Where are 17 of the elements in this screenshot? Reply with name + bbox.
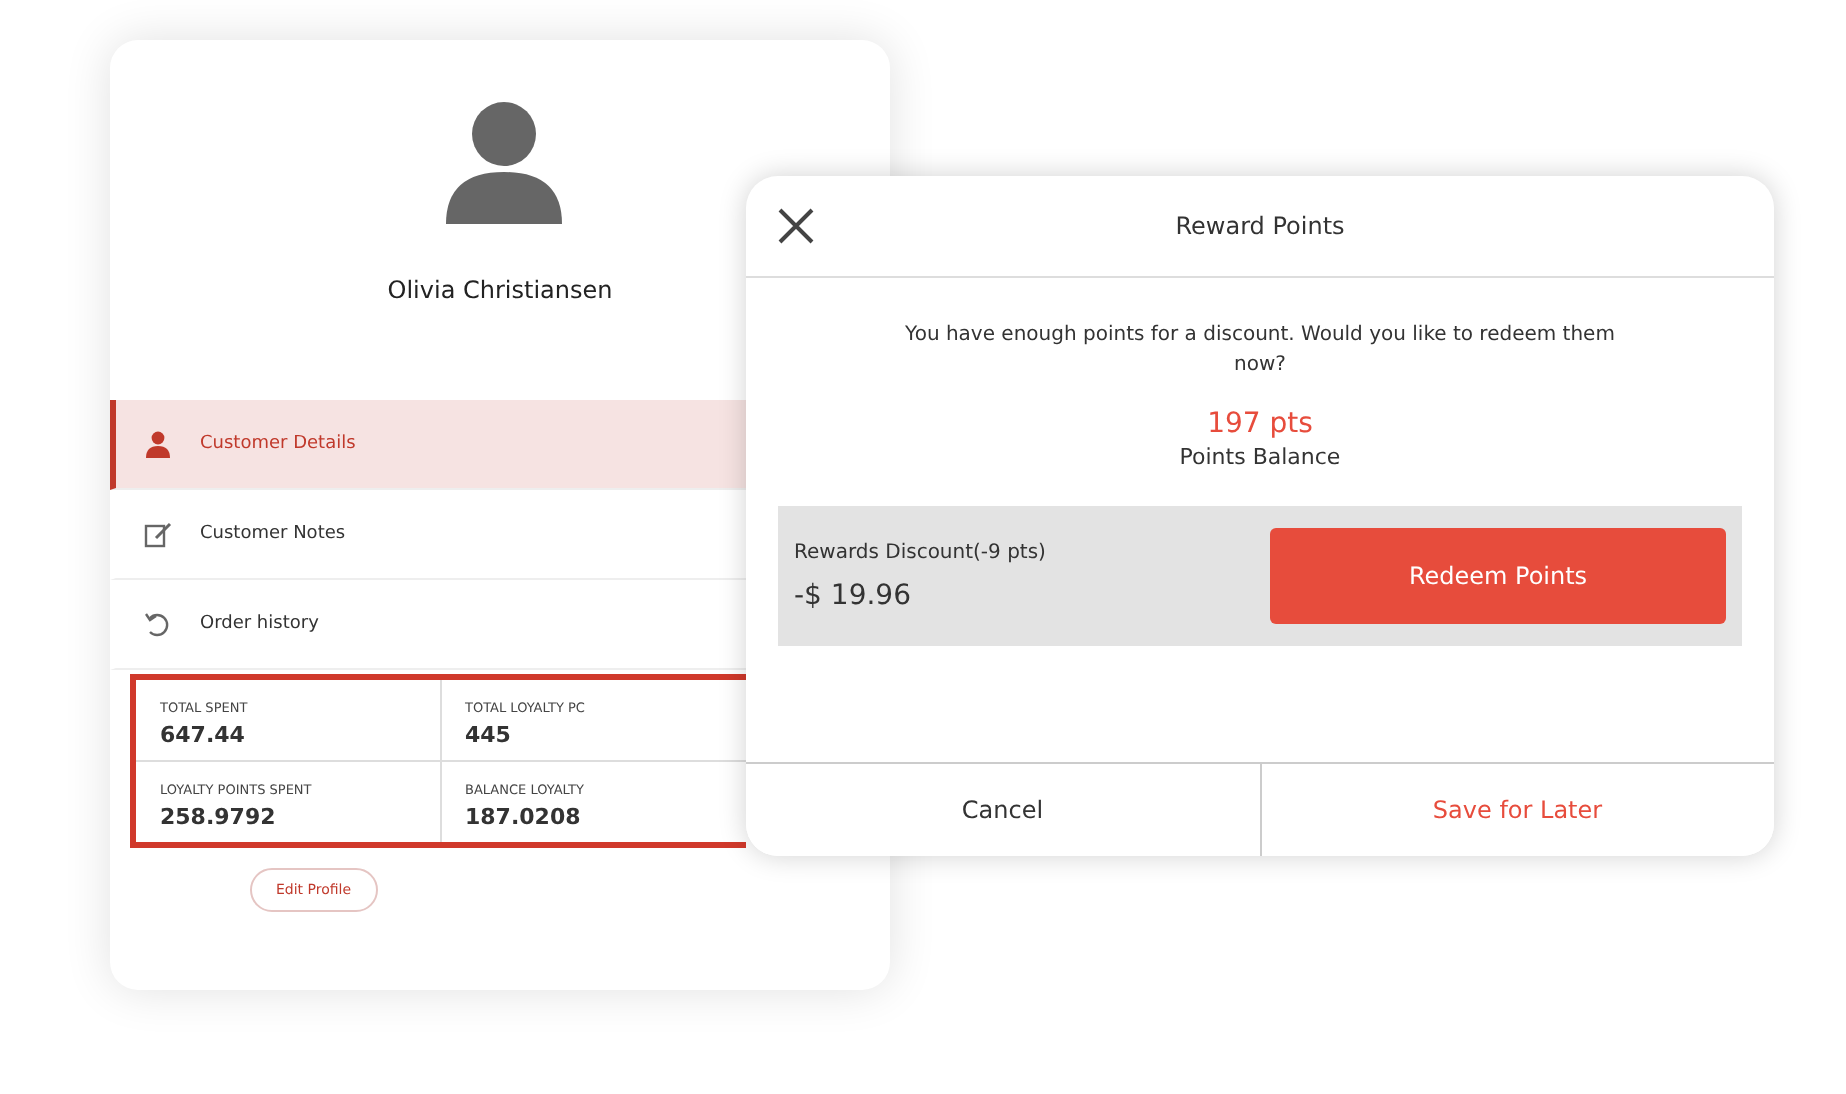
points-label: Points Balance (1179, 444, 1341, 470)
cancel-button[interactable]: Cancel (746, 764, 1259, 856)
stat-value: 258.9792 (160, 804, 278, 830)
stat-value: 445 (465, 722, 513, 748)
points-value: 197 pts (1207, 408, 1313, 440)
stat-value: 647.44 (160, 722, 247, 748)
customer-name: Olivia Christiansen (387, 276, 613, 304)
history-icon (144, 610, 172, 638)
dialog-title: Reward Points (1173, 212, 1347, 240)
edit-icon (144, 520, 172, 548)
close-icon[interactable] (774, 204, 818, 248)
redeem-button[interactable]: Redeem Points (1270, 528, 1726, 624)
save-later-button[interactable]: Save for Later (1259, 764, 1774, 856)
dialog-message: You have enough points for a discount. Would you like to redeem them now? (903, 322, 1617, 379)
person-icon (144, 430, 172, 458)
stat-value: 187.0208 (465, 804, 583, 830)
avatar-icon (442, 100, 566, 224)
